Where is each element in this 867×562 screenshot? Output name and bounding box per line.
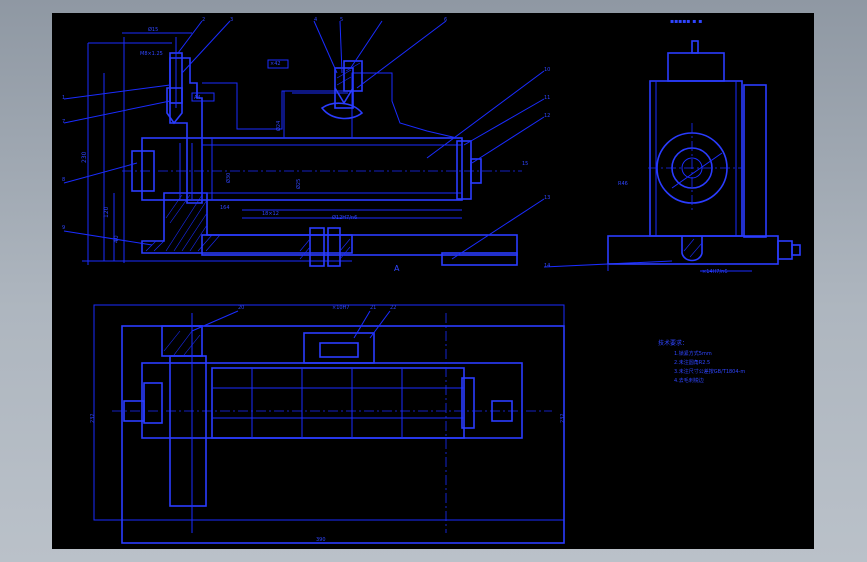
balloon-6: 6 <box>444 17 447 23</box>
side-radius-label: R46 <box>618 181 628 187</box>
balloon-1: 1 <box>62 95 65 101</box>
notes-line-1: 1.锁紧方式5mm <box>674 350 712 357</box>
balloon-13: 13 <box>544 195 550 201</box>
dim-top-small: ×10H7 <box>332 305 350 311</box>
dim-bot-a: Ø12H7/n6 <box>332 214 357 221</box>
dim-mid-d: 164 <box>220 205 230 211</box>
side-base-label: ×14H7/n6 <box>702 269 728 275</box>
dim-right-h: 232 <box>560 413 566 423</box>
dim-top-a: Ø15 <box>148 26 158 33</box>
dim-top-b: M8×1.25 <box>140 51 163 57</box>
balloon-10: 10 <box>544 67 550 73</box>
side-view: ▪▪▪▪▪ ▪ ▪ R46 ×14H7/n6 <box>607 18 801 275</box>
dim-mid-a: Ø30 <box>225 173 232 183</box>
cad-drawing-canvas[interactable]: 230 120 40 Ø15 M8×1.25 164 18×12 Ø12H7/n… <box>52 13 814 549</box>
notes-line-4: 4.去毛刺锐边 <box>674 377 704 384</box>
balloon-14: 14 <box>544 263 550 269</box>
front-view: 230 120 40 Ø15 M8×1.25 164 18×12 Ø12H7/n… <box>62 17 673 273</box>
balloon-12: 12 <box>544 113 550 119</box>
label-b1: A4 <box>194 95 201 101</box>
dim-mid-c: Ø24 <box>275 121 282 131</box>
notes-line-3: 3.未注尺寸公差按GB/T1804-m <box>674 368 745 375</box>
dim-left-v2: 120 <box>103 206 110 218</box>
balloon-15: 15 <box>522 161 528 167</box>
balloon-8: 8 <box>62 177 65 183</box>
balloon-22: 22 <box>390 305 396 311</box>
dim-top-width: 390 <box>316 537 326 543</box>
notes-line-2: 2.未注圆角R2.5 <box>674 359 710 366</box>
balloon-4: 4 <box>314 17 317 23</box>
balloon-21: 21 <box>370 305 376 311</box>
balloon-11: 11 <box>544 95 550 101</box>
balloon-2: 2 <box>202 17 205 23</box>
balloon-7: 7 <box>62 119 65 125</box>
balloon-9: 9 <box>62 225 65 231</box>
section-mark: A <box>394 264 400 273</box>
dim-left-h: 232 <box>90 413 96 423</box>
notes-heading: 技术要求： <box>658 339 688 347</box>
technical-notes: 技术要求： 1.锁紧方式5mm 2.未注圆角R2.5 3.未注尺寸公差按GB/T… <box>658 339 745 384</box>
top-view: 20 21 22 ×10H7 390 232 232 <box>90 304 566 544</box>
balloon-20: 20 <box>238 305 244 311</box>
balloon-5: 5 <box>340 17 343 23</box>
title-mark: ▪▪▪▪▪ ▪ ▪ <box>670 18 702 25</box>
drawing-svg: 230 120 40 Ø15 M8×1.25 164 18×12 Ø12H7/n… <box>62 17 801 544</box>
dim-mid-b: Ø25 <box>295 179 302 189</box>
dim-mid-e: 18×12 <box>262 211 279 217</box>
balloon-3: 3 <box>230 17 233 23</box>
dim-left-v1: 230 <box>81 151 88 163</box>
label-b2: ×42 <box>270 61 281 67</box>
